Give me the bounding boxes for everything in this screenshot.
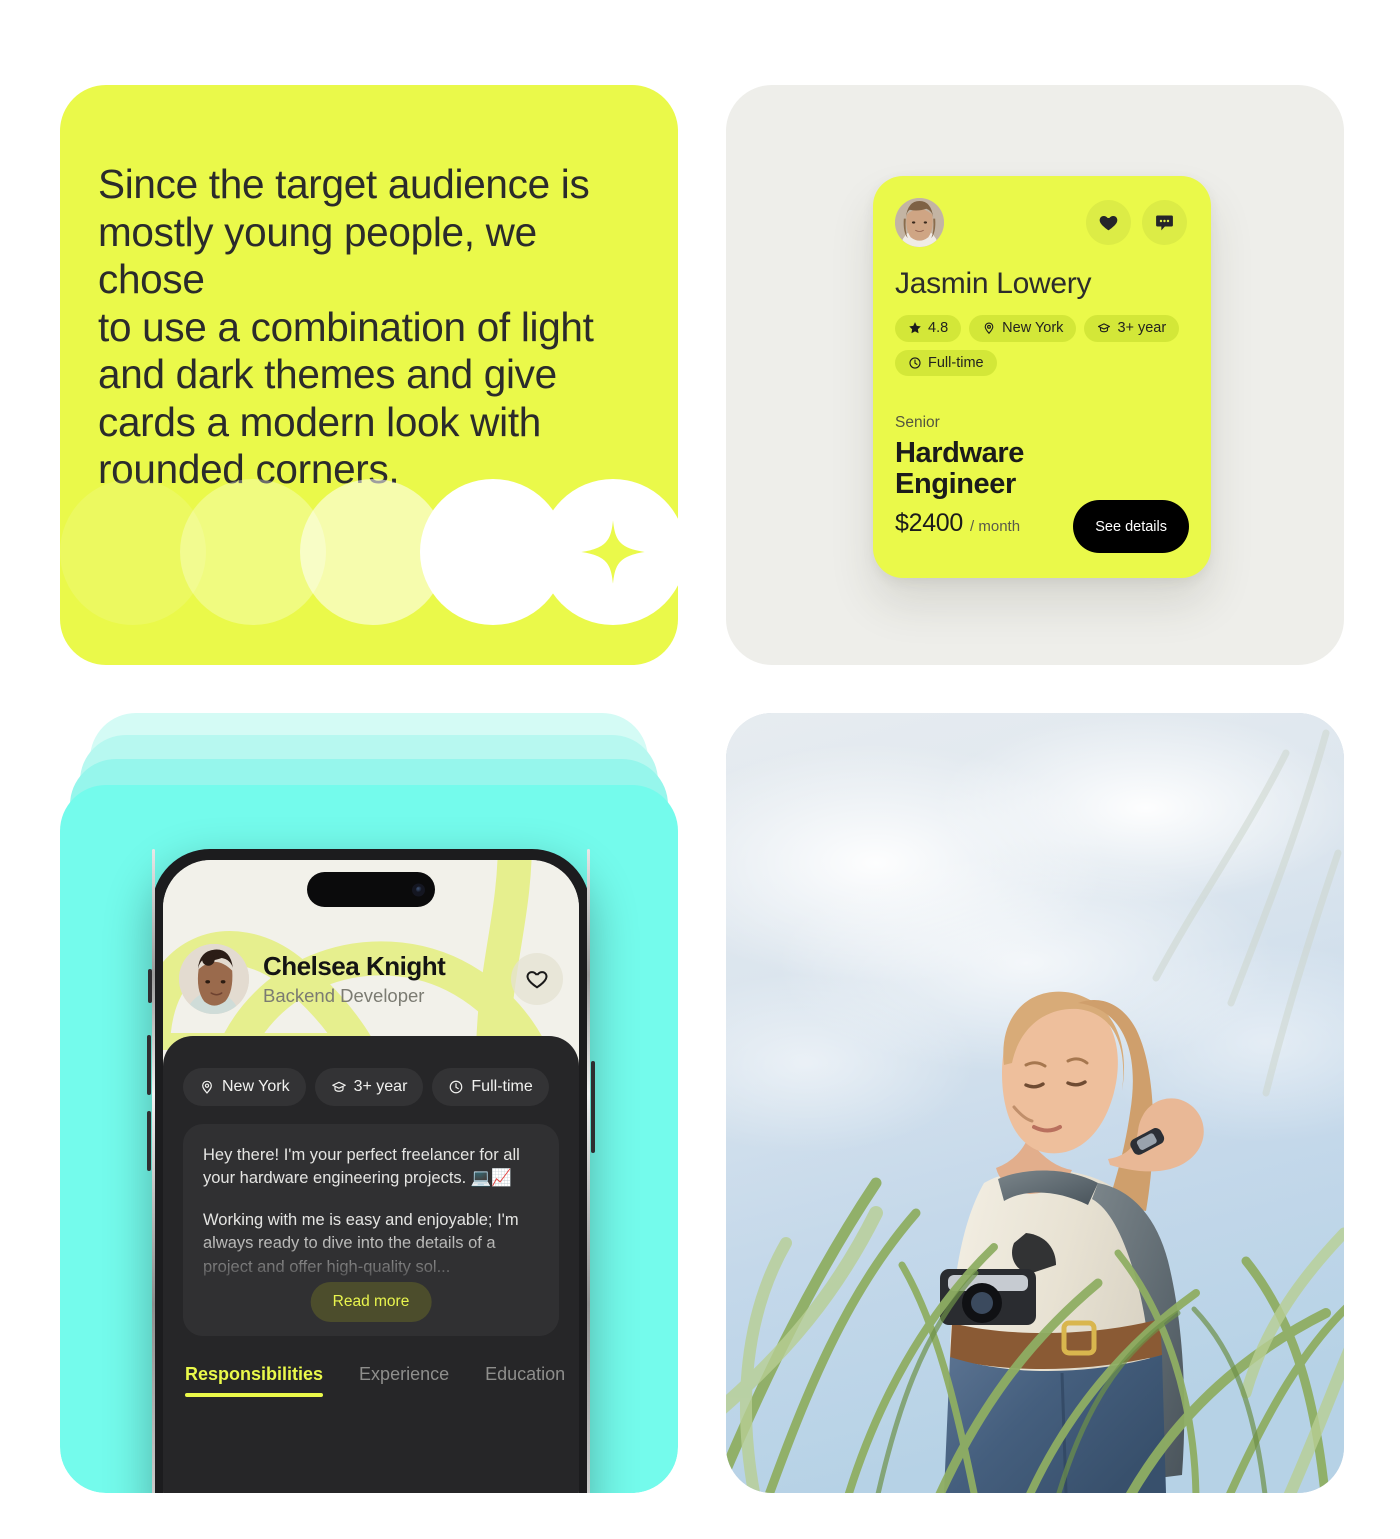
location-pin-icon bbox=[984, 322, 994, 335]
chat-bubble-icon bbox=[1156, 215, 1173, 231]
chip-location: New York bbox=[969, 315, 1077, 342]
bio-paragraph-2: Working with me is easy and enjoyable; I… bbox=[203, 1210, 519, 1276]
silent-switch[interactable] bbox=[148, 969, 152, 1003]
chip-label: Full-time bbox=[471, 1078, 533, 1095]
avatar bbox=[179, 944, 249, 1014]
chip-employment-type: Full-time bbox=[432, 1068, 549, 1106]
chip-location: New York bbox=[183, 1068, 306, 1106]
clock-icon bbox=[450, 1080, 463, 1094]
chip-label: New York bbox=[222, 1078, 290, 1095]
chip-rating: 4.8 bbox=[895, 315, 962, 342]
like-button[interactable] bbox=[1086, 200, 1131, 245]
chip-label: 4.8 bbox=[928, 320, 949, 336]
phone-mockup-card: Chelsea Knight Backend Developer New Yor… bbox=[60, 713, 678, 1493]
job-card-header bbox=[895, 198, 1187, 247]
profile-row: Chelsea Knight Backend Developer bbox=[163, 944, 579, 1014]
tab-experience[interactable]: Experience bbox=[359, 1364, 449, 1397]
moodboard-grid: Since the target audience is mostly youn… bbox=[0, 0, 1400, 1539]
dynamic-island bbox=[307, 872, 435, 907]
profile-header: Chelsea Knight Backend Developer bbox=[163, 860, 579, 1050]
volume-up-button[interactable] bbox=[147, 1035, 151, 1095]
profile-role: Backend Developer bbox=[263, 985, 425, 1006]
quote-card: Since the target audience is mostly youn… bbox=[60, 85, 678, 665]
avatar bbox=[895, 198, 944, 247]
read-more-button[interactable]: Read more bbox=[310, 1282, 432, 1322]
clock-icon bbox=[909, 357, 921, 369]
profile-names: Chelsea Knight Backend Developer bbox=[263, 951, 511, 1007]
chip-experience: 3+ year bbox=[314, 1068, 424, 1106]
volume-down-button[interactable] bbox=[147, 1111, 151, 1171]
phone-frame: Chelsea Knight Backend Developer New Yor… bbox=[147, 849, 595, 1493]
location-pin-icon bbox=[202, 1080, 212, 1094]
price-amount: $2400 bbox=[895, 508, 964, 537]
chip-label: 3+ year bbox=[353, 1078, 408, 1095]
star-icon bbox=[909, 322, 921, 334]
chip-label: Full-time bbox=[928, 354, 984, 371]
heart-outline-icon bbox=[526, 971, 548, 989]
swatch-5 bbox=[540, 479, 678, 625]
lifestyle-photo bbox=[726, 713, 1344, 1493]
quote-text: Since the target audience is mostly youn… bbox=[98, 161, 594, 493]
candidate-name: Jasmin Lowery bbox=[895, 267, 1092, 300]
favorite-button[interactable] bbox=[511, 953, 563, 1005]
job-card-actions bbox=[1086, 200, 1187, 245]
details-sheet: New York 3+ year Full-time Hey there! I'… bbox=[163, 1036, 579, 1493]
see-details-button[interactable]: See details bbox=[1073, 500, 1189, 553]
heart-icon bbox=[1099, 216, 1118, 231]
color-swatch-row bbox=[60, 479, 678, 665]
job-card-chips: 4.8 New York 3+ year Full-time bbox=[895, 315, 1187, 376]
job-card-showcase: Jasmin Lowery 4.8 New York 3+ year Full-… bbox=[726, 85, 1344, 665]
chip-label: 3+ year bbox=[1117, 320, 1167, 336]
photo-card bbox=[726, 713, 1344, 1493]
chip-label: New York bbox=[1002, 320, 1064, 336]
job-title: Hardware Engineer bbox=[895, 437, 1024, 501]
chip-employment-type: Full-time bbox=[895, 349, 997, 376]
bio-paragraph-1: Hey there! I'm your perfect freelancer f… bbox=[203, 1146, 520, 1188]
chip-experience: 3+ year bbox=[1084, 315, 1180, 342]
sparkle-icon bbox=[581, 520, 645, 584]
tab-responsibilities[interactable]: Responsibilities bbox=[185, 1364, 324, 1397]
graduation-cap-icon bbox=[1098, 323, 1111, 333]
power-button[interactable] bbox=[591, 1061, 595, 1153]
front-camera-icon bbox=[412, 883, 425, 896]
bio-panel: Hey there! I'm your perfect freelancer f… bbox=[183, 1124, 559, 1336]
detail-tabs: Responsibilities Experience Education bbox=[183, 1364, 565, 1397]
job-card: Jasmin Lowery 4.8 New York 3+ year Full-… bbox=[873, 176, 1211, 578]
chat-button[interactable] bbox=[1142, 200, 1187, 245]
price-unit: / month bbox=[970, 517, 1021, 535]
phone-screen: Chelsea Knight Backend Developer New Yor… bbox=[163, 860, 579, 1493]
profile-name: Chelsea Knight bbox=[263, 951, 446, 981]
job-level: Senior bbox=[895, 414, 940, 431]
detail-chips: New York 3+ year Full-time bbox=[183, 1068, 559, 1106]
tab-education[interactable]: Education bbox=[485, 1364, 565, 1397]
graduation-cap-icon bbox=[331, 1081, 346, 1092]
